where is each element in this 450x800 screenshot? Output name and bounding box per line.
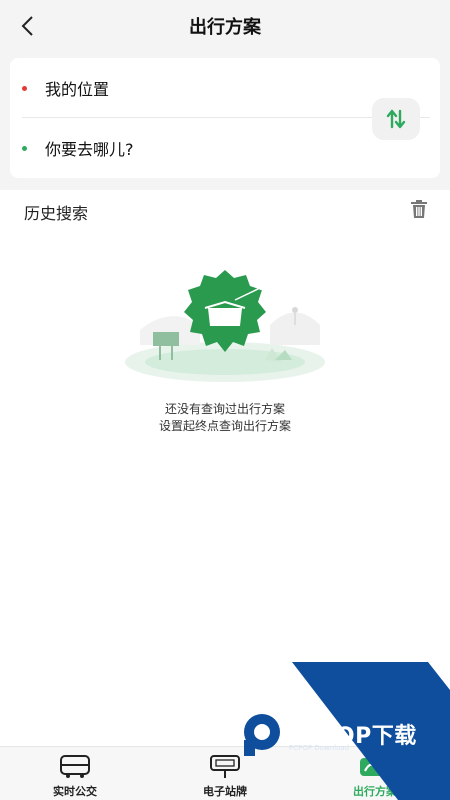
page-title: 出行方案 <box>189 17 261 38</box>
tab-realtime-bus-label: 实时公交 <box>53 785 97 798</box>
swap-icon <box>386 109 406 129</box>
history-panel: 历史搜索 还没有查询过出行方案 设置起终点查询出行方案 <box>0 190 450 746</box>
clear-history-button[interactable] <box>406 196 432 222</box>
destination-field[interactable]: 你要去哪儿? <box>10 118 370 178</box>
empty-message-line2: 设置起终点查询出行方案 <box>158 419 291 433</box>
origin-field[interactable]: 我的位置 <box>10 58 370 118</box>
swap-button[interactable] <box>372 98 420 140</box>
tab-route-plan-label: 出行方案 <box>353 785 397 798</box>
route-plan-icon <box>359 753 391 781</box>
tab-station-sign-label: 电子站牌 <box>203 785 247 798</box>
origin-text: 我的位置 <box>45 80 110 99</box>
watermark-subtext: PCPOP Download <box>289 744 350 752</box>
bus-icon <box>59 753 91 781</box>
empty-message-line1: 还没有查询过出行方案 <box>164 402 285 416</box>
back-button[interactable] <box>14 12 42 40</box>
trash-icon <box>411 200 427 218</box>
route-card: 我的位置 你要去哪儿? <box>10 58 440 178</box>
tab-station-sign[interactable]: 电子站牌 <box>150 747 300 800</box>
origin-dot <box>22 85 27 91</box>
history-title: 历史搜索 <box>24 204 89 223</box>
chevron-left-icon <box>21 16 33 36</box>
header: 出行方案 <box>0 0 450 52</box>
station-sign-icon <box>209 753 241 781</box>
bottom-tab-bar: 实时公交 电子站牌 出行方案 <box>0 746 450 800</box>
empty-state-illustration <box>125 270 325 382</box>
destination-dot <box>22 145 27 151</box>
tab-realtime-bus[interactable]: 实时公交 <box>0 747 150 800</box>
destination-text: 你要去哪儿? <box>45 140 134 159</box>
tab-route-plan[interactable]: 出行方案 <box>300 747 450 800</box>
